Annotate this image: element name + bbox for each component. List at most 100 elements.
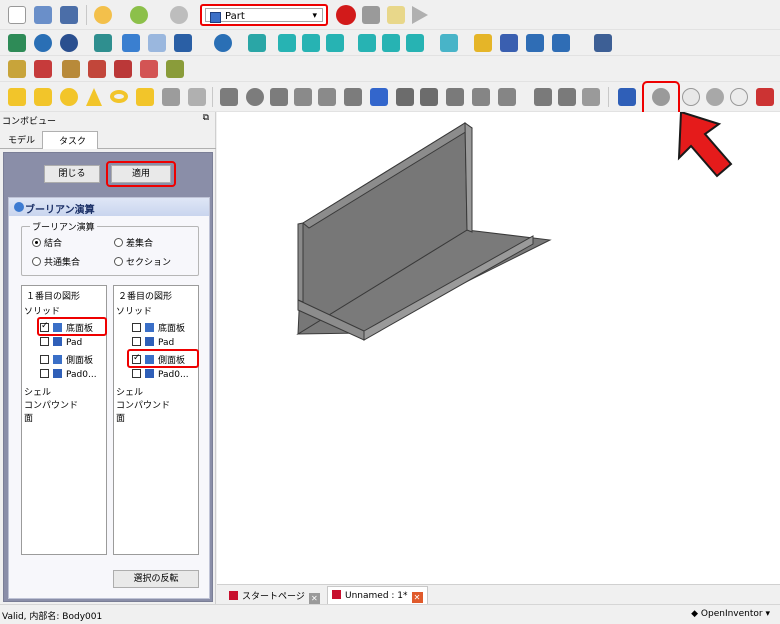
radio-union[interactable]: 結合 [32, 236, 62, 249]
color-per-face-icon[interactable] [582, 88, 600, 106]
edit-macro-icon[interactable] [387, 6, 405, 24]
bounding-box-icon[interactable] [94, 34, 112, 52]
apply-button[interactable]: 適用 [111, 165, 171, 183]
cube-icon[interactable] [8, 88, 26, 106]
refresh-icon[interactable] [170, 6, 188, 24]
radio-section[interactable]: セクション [114, 255, 171, 268]
create-group-icon[interactable] [500, 34, 518, 52]
cone-icon[interactable] [86, 88, 102, 106]
3d-viewport[interactable] [217, 112, 780, 584]
cut-icon[interactable] [682, 88, 700, 106]
whats-this-icon[interactable] [594, 34, 612, 52]
list-item[interactable]: Pad0... [40, 369, 97, 380]
ruled-surface-icon[interactable] [370, 88, 388, 106]
shape-builder-icon[interactable] [188, 88, 206, 106]
fillet-icon[interactable] [294, 88, 312, 106]
link-icon[interactable] [526, 34, 544, 52]
checkbox[interactable] [132, 337, 141, 346]
macro-3-icon[interactable] [62, 60, 80, 78]
sweep-icon[interactable] [420, 88, 438, 106]
torus-icon[interactable] [110, 90, 128, 103]
compound-tools-icon[interactable] [618, 88, 636, 106]
macro-2-icon[interactable] [34, 60, 52, 78]
fit-selection-icon[interactable] [34, 34, 52, 52]
projection-icon[interactable] [558, 88, 576, 106]
macro-4-icon[interactable] [88, 60, 106, 78]
run-macro-icon[interactable] [412, 6, 428, 24]
chamfer-icon[interactable] [318, 88, 336, 106]
forward-arrow-icon[interactable] [148, 34, 166, 52]
close-icon[interactable]: ✕ [308, 593, 320, 604]
navigation-style-selector[interactable]: ◆ OpenInventor ▾ [691, 609, 770, 619]
second-shape-list[interactable]: ２番目の図形 ソリッド 底面板 Pad 側面板 Pad0... シェル コンパウ… [113, 285, 199, 555]
link-actions-icon[interactable] [552, 34, 570, 52]
common-icon[interactable] [730, 88, 748, 106]
checkbox[interactable] [40, 355, 49, 364]
make-face-icon[interactable] [344, 88, 362, 106]
task-area: 閉じる 適用 ブーリアン演算 ブーリアン演算 結合 差集合 共通集合 セクション… [3, 152, 213, 602]
zoom-icon[interactable] [214, 34, 232, 52]
tab-label: スタートページ [242, 592, 305, 602]
section-icon[interactable] [446, 88, 464, 106]
rear-view-icon[interactable] [358, 34, 376, 52]
back-arrow-icon[interactable] [122, 34, 140, 52]
loft-icon[interactable] [396, 88, 414, 106]
top-view-icon[interactable] [302, 34, 320, 52]
left-view-icon[interactable] [406, 34, 424, 52]
fuse-icon[interactable] [706, 88, 724, 106]
close-button[interactable]: 閉じる [44, 165, 100, 183]
thickness-icon[interactable] [534, 88, 552, 106]
cross-sections-icon[interactable] [472, 88, 490, 106]
list-item[interactable]: Pad0... [132, 369, 189, 380]
open-folder-icon[interactable] [34, 6, 52, 24]
front-view-icon[interactable] [278, 34, 296, 52]
extrude-icon[interactable] [220, 88, 238, 106]
revolve-icon[interactable] [246, 88, 264, 106]
tab-unnamed[interactable]: Unnamed : 1* ✕ [327, 586, 428, 604]
join-features-icon[interactable] [756, 88, 774, 106]
boolean-panel-header[interactable]: ブーリアン演算 [9, 198, 209, 216]
checkbox[interactable] [40, 369, 49, 378]
radio-intersection[interactable]: 共通集合 [32, 255, 80, 268]
sphere-icon[interactable] [60, 88, 78, 106]
checkbox[interactable] [40, 337, 49, 346]
record-macro-icon[interactable] [336, 5, 356, 25]
mirror-icon[interactable] [270, 88, 288, 106]
tube-icon[interactable] [136, 88, 154, 106]
draw-style-icon[interactable] [60, 34, 78, 52]
bottom-view-icon[interactable] [382, 34, 400, 52]
workbench-combobox[interactable]: Part ▾ [205, 8, 323, 23]
checkbox[interactable] [132, 369, 141, 378]
macro-1-icon[interactable] [8, 60, 26, 78]
list-item[interactable]: Pad [40, 337, 82, 348]
measure-icon[interactable] [440, 34, 458, 52]
redo-icon[interactable] [130, 6, 148, 24]
cylinder-icon[interactable] [34, 88, 52, 106]
list-item[interactable]: 底面板 [132, 321, 185, 334]
float-panel-icon[interactable]: ⧉ [203, 113, 209, 123]
macro-5-icon[interactable] [114, 60, 132, 78]
primitives-icon[interactable] [162, 88, 180, 106]
radio-difference[interactable]: 差集合 [114, 236, 153, 249]
save-icon[interactable] [60, 6, 78, 24]
tab-start-page[interactable]: スタートページ ✕ [225, 586, 324, 604]
checkbox[interactable] [132, 323, 141, 332]
close-icon[interactable]: ✕ [411, 592, 423, 603]
offset-icon[interactable] [498, 88, 516, 106]
list-item[interactable]: Pad [132, 337, 174, 348]
macro-6-icon[interactable] [140, 60, 158, 78]
list-item[interactable]: 側面板 [40, 353, 93, 366]
workbench-selector[interactable]: Part ▾ [200, 4, 328, 26]
right-view-icon[interactable] [326, 34, 344, 52]
new-document-icon[interactable] [8, 6, 26, 24]
macro-7-icon[interactable] [166, 60, 184, 78]
sync-view-icon[interactable] [174, 34, 192, 52]
undo-icon[interactable] [94, 6, 112, 24]
invert-selection-button[interactable]: 選択の反転 [113, 570, 199, 588]
tab-model[interactable]: モデル [2, 131, 41, 149]
axonometric-view-icon[interactable] [248, 34, 266, 52]
stop-macro-icon[interactable] [362, 6, 380, 24]
create-part-icon[interactable] [474, 34, 492, 52]
fit-all-icon[interactable] [8, 34, 26, 52]
tab-task[interactable]: タスク [42, 131, 98, 149]
